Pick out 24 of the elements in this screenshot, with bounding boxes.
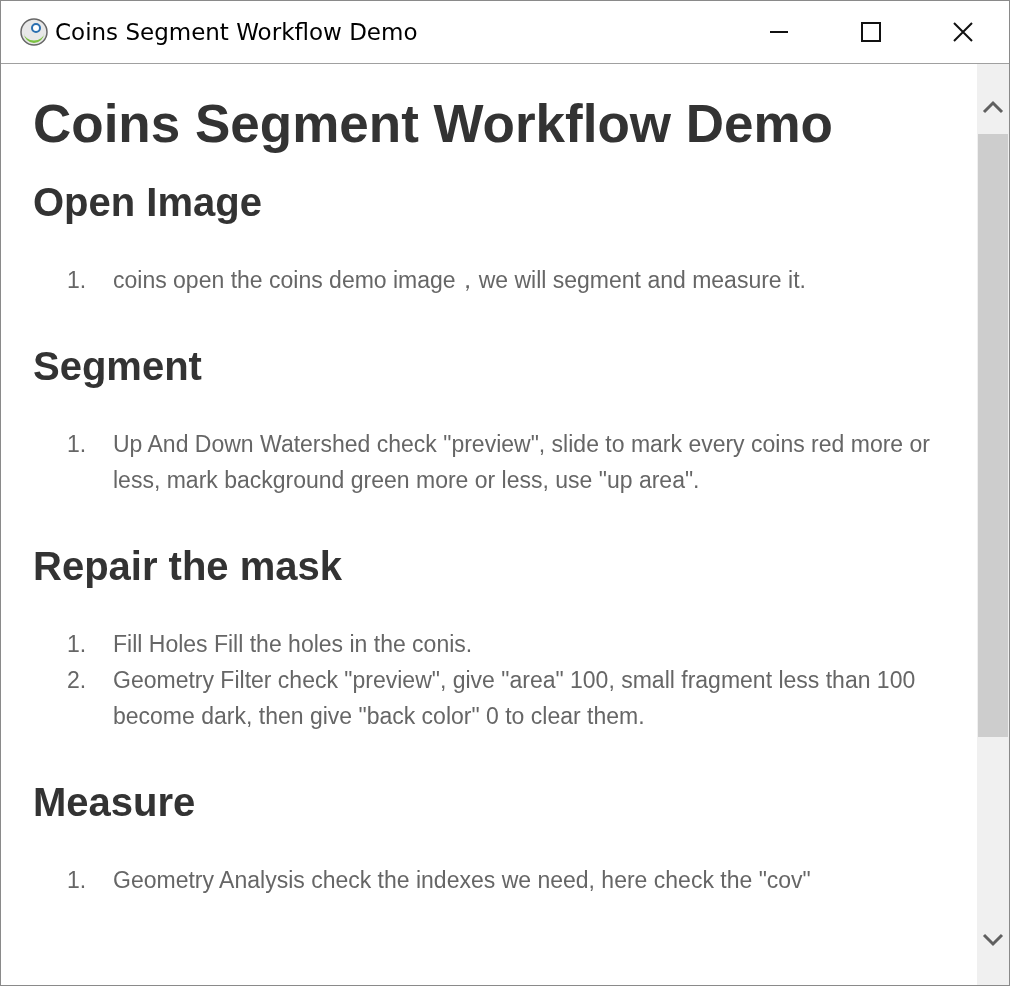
- section-heading: Open Image: [33, 179, 263, 226]
- scrollbar[interactable]: [977, 64, 1009, 985]
- section-heading: Measure: [33, 779, 197, 826]
- list-text: Geometry Filter check "preview", give "area" 100, small fragment less than 100 become dark, then give "back color" 0 to clear them.: [113, 666, 917, 731]
- minimize-icon: [770, 31, 788, 33]
- list-text: Geometry Analysis check the indexes we need, here check the "cov": [113, 866, 811, 895]
- list-number: 1.: [66, 866, 88, 895]
- scroll-down-icon: [982, 933, 1004, 947]
- page-title: Coins Segment Workflow Demo: [33, 93, 834, 155]
- list-number: 1.: [66, 266, 88, 295]
- list-text: coins open the coins demo image，we will segment and measure it.: [113, 266, 806, 295]
- section-heading: Repair the mask: [33, 543, 344, 590]
- section-heading: Segment: [33, 343, 203, 390]
- scrollbar-thumb[interactable]: [978, 134, 1008, 737]
- maximize-icon: [861, 22, 881, 42]
- app-icon: [19, 17, 49, 47]
- scroll-up-icon: [982, 100, 1004, 114]
- list-text: Up And Down Watershed check "preview", slide to mark every coins red more or less, mark background green more or less, use "up area".: [113, 430, 931, 495]
- list-number: 2.: [66, 666, 88, 695]
- window-title: Coins Segment Workflow Demo: [55, 17, 418, 47]
- close-icon: [953, 22, 973, 42]
- list-number: 1.: [66, 630, 88, 659]
- list-number: 1.: [66, 430, 88, 459]
- list-text: Fill Holes Fill the holes in the conis.: [113, 630, 473, 659]
